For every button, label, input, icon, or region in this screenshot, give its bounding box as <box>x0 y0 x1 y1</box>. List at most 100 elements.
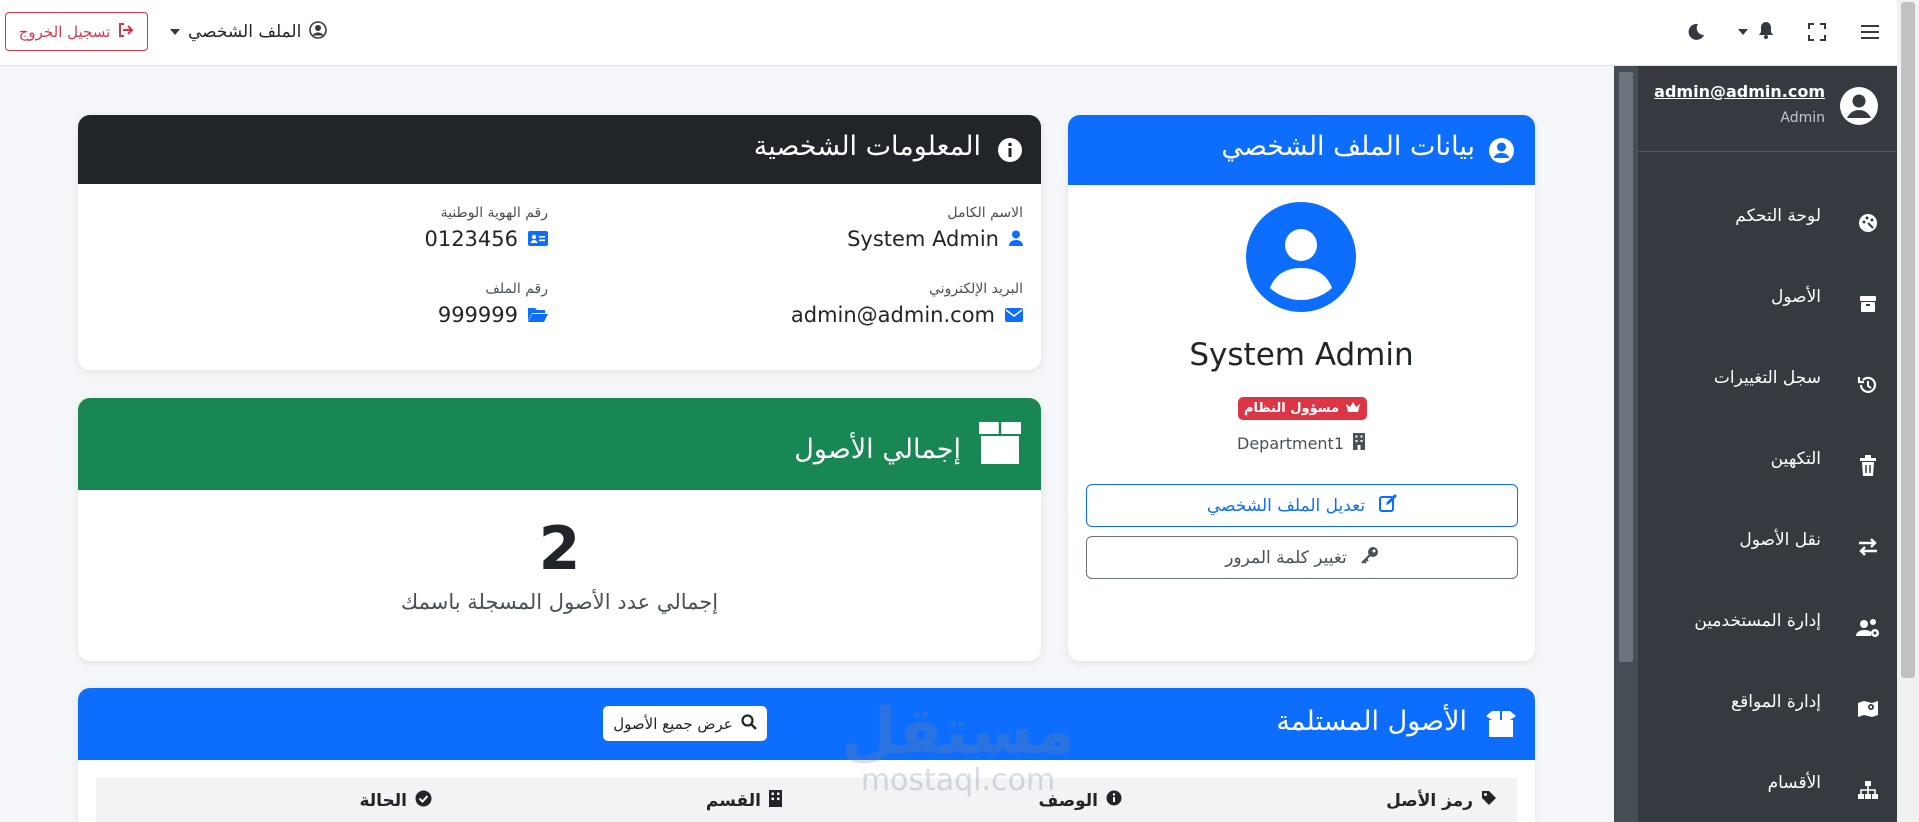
user-panel[interactable]: admin@admin.com Admin <box>1638 66 1897 152</box>
sidebar-item-label: لوحة التحكم <box>1735 206 1821 226</box>
full-name-field: الاسم الكامل System Admin <box>847 205 1023 251</box>
total-assets-title: إجمالي الأصول <box>794 434 961 465</box>
profile-avatar <box>1246 202 1356 312</box>
user-avatar-icon <box>1839 86 1879 126</box>
national-id-label: رقم الهوية الوطنية <box>440 205 548 221</box>
profile-card-title: بيانات الملف الشخصي <box>1221 131 1475 162</box>
archive-icon <box>1855 291 1881 317</box>
sidebar: admin@admin.com Admin لوحة التحكم الأصول… <box>1638 66 1897 822</box>
info-circle-icon <box>997 137 1023 167</box>
personal-info-header: المعلومات الشخصية <box>78 115 1041 184</box>
profile-department: Department1 <box>1068 433 1535 454</box>
users-cog-icon <box>1855 615 1881 641</box>
page-scroll-thumb[interactable] <box>1901 2 1915 678</box>
notifications-dropdown[interactable] <box>1734 20 1778 44</box>
map-icon <box>1855 696 1881 722</box>
sign-out-icon <box>118 22 134 41</box>
edit-icon <box>1379 494 1398 517</box>
archive-icon <box>975 418 1025 472</box>
change-password-button[interactable]: تغيير كلمة المرور <box>1086 536 1518 579</box>
id-card-icon <box>528 227 548 251</box>
user-role: Admin <box>1780 110 1825 126</box>
folder-open-icon <box>528 303 548 327</box>
national-id-value: 0123456 <box>424 227 518 251</box>
profile-name: System Admin <box>1189 337 1414 373</box>
building-icon <box>769 790 782 812</box>
full-name-label: الاسم الكامل <box>947 205 1023 221</box>
user-icon <box>1009 227 1023 251</box>
info-circle-icon <box>1106 790 1122 811</box>
tag-icon <box>1481 790 1497 811</box>
total-assets-header: إجمالي الأصول <box>78 398 1041 490</box>
column-label: القسم <box>705 791 761 811</box>
menu-icon[interactable] <box>1858 20 1882 44</box>
sidebar-item-disposal[interactable]: التكهين <box>1638 439 1897 489</box>
view-all-assets-button[interactable]: عرض جميع الأصول <box>603 706 767 741</box>
email-label: البريد الإلكتروني <box>929 281 1023 297</box>
sidebar-item-label: إدارة المستخدمين <box>1694 611 1821 631</box>
box-open-icon <box>1485 710 1517 742</box>
change-password-label: تغيير كلمة المرور <box>1225 547 1347 568</box>
received-assets-header: الأصول المستلمة عرض جميع الأصول <box>78 688 1535 760</box>
sidebar-item-assets[interactable]: الأصول <box>1638 277 1897 327</box>
role-badge-label: مسؤول النظام <box>1243 401 1340 416</box>
profile-card: بيانات الملف الشخصي System Admin مسؤول ا… <box>1068 115 1535 661</box>
column-department[interactable]: القسم <box>706 790 782 812</box>
sitemap-icon <box>1855 777 1881 803</box>
column-label: الوصف <box>1038 790 1098 811</box>
received-assets-title: الأصول المستلمة <box>1276 706 1467 737</box>
column-label: الحالة <box>359 791 407 811</box>
user-circle-icon <box>1488 137 1515 168</box>
full-name-value: System Admin <box>847 227 999 251</box>
key-icon <box>1361 546 1379 569</box>
check-circle-icon <box>415 790 432 812</box>
palette-icon <box>1855 210 1881 236</box>
fullscreen-icon[interactable] <box>1805 20 1829 44</box>
column-status[interactable]: الحالة <box>359 790 432 812</box>
national-id-field: رقم الهوية الوطنية 0123456 <box>424 205 548 251</box>
moon-icon[interactable] <box>1684 20 1708 44</box>
sidebar-item-asset-transfer[interactable]: نقل الأصول <box>1638 520 1897 570</box>
search-icon <box>741 713 757 734</box>
building-icon <box>1352 433 1366 454</box>
top-navbar: تسجيل الخروج الملف الشخصي <box>0 0 1897 66</box>
personal-info-title: المعلومات الشخصية <box>753 131 981 162</box>
sidebar-item-location-management[interactable]: إدارة المواقع <box>1638 682 1897 732</box>
user-email[interactable]: admin@admin.com <box>1654 82 1825 101</box>
assets-table-header: رمز الأصل الوصف القسم الحالة <box>96 778 1517 822</box>
exchange-icon <box>1855 534 1881 560</box>
sidebar-scrollbar[interactable] <box>1614 66 1638 822</box>
department-name: Department1 <box>1237 434 1344 453</box>
email-value: admin@admin.com <box>790 303 995 327</box>
personal-info-card: المعلومات الشخصية الاسم الكامل System Ad… <box>78 115 1041 370</box>
sidebar-item-label: الأقسام <box>1767 773 1821 793</box>
profile-card-header: بيانات الملف الشخصي <box>1068 115 1535 185</box>
logout-label: تسجيل الخروج <box>18 22 111 41</box>
column-description[interactable]: الوصف <box>1038 790 1122 811</box>
bell-icon <box>1758 21 1774 43</box>
edit-profile-button[interactable]: تعديل الملف الشخصي <box>1086 484 1518 527</box>
total-assets-description: إجمالي عدد الأصول المسجلة باسمك <box>400 590 719 614</box>
sidebar-item-label: الأصول <box>1771 287 1821 307</box>
page-scrollbar[interactable] <box>1897 0 1919 822</box>
role-badge: مسؤول النظام <box>1238 397 1367 420</box>
sidebar-item-dashboard[interactable]: لوحة التحكم <box>1638 196 1897 246</box>
envelope-icon <box>1005 303 1023 327</box>
trash-icon <box>1855 453 1881 479</box>
file-number-label: رقم الملف <box>485 281 548 297</box>
sidebar-item-departments[interactable]: الأقسام <box>1638 763 1897 813</box>
sidebar-scroll-thumb[interactable] <box>1619 72 1633 662</box>
sidebar-item-user-management[interactable]: إدارة المستخدمين <box>1638 601 1897 651</box>
profile-dropdown[interactable]: الملف الشخصي <box>170 18 328 46</box>
sidebar-item-label: التكهين <box>1770 449 1821 469</box>
file-number-value: 999999 <box>437 303 518 327</box>
column-asset-code[interactable]: رمز الأصل <box>1386 790 1497 811</box>
caret-down-icon <box>1738 29 1748 35</box>
sidebar-item-changelog[interactable]: سجل التغييرات <box>1638 358 1897 408</box>
profile-menu-label: الملف الشخصي <box>188 22 302 42</box>
file-number-field: رقم الملف 999999 <box>438 281 548 327</box>
edit-profile-label: تعديل الملف الشخصي <box>1206 495 1366 516</box>
received-assets-card: الأصول المستلمة عرض جميع الأصول رمز الأص… <box>78 688 1535 822</box>
logout-button[interactable]: تسجيل الخروج <box>5 12 148 51</box>
total-assets-card: إجمالي الأصول 2 إجمالي عدد الأصول المسجل… <box>78 398 1041 661</box>
